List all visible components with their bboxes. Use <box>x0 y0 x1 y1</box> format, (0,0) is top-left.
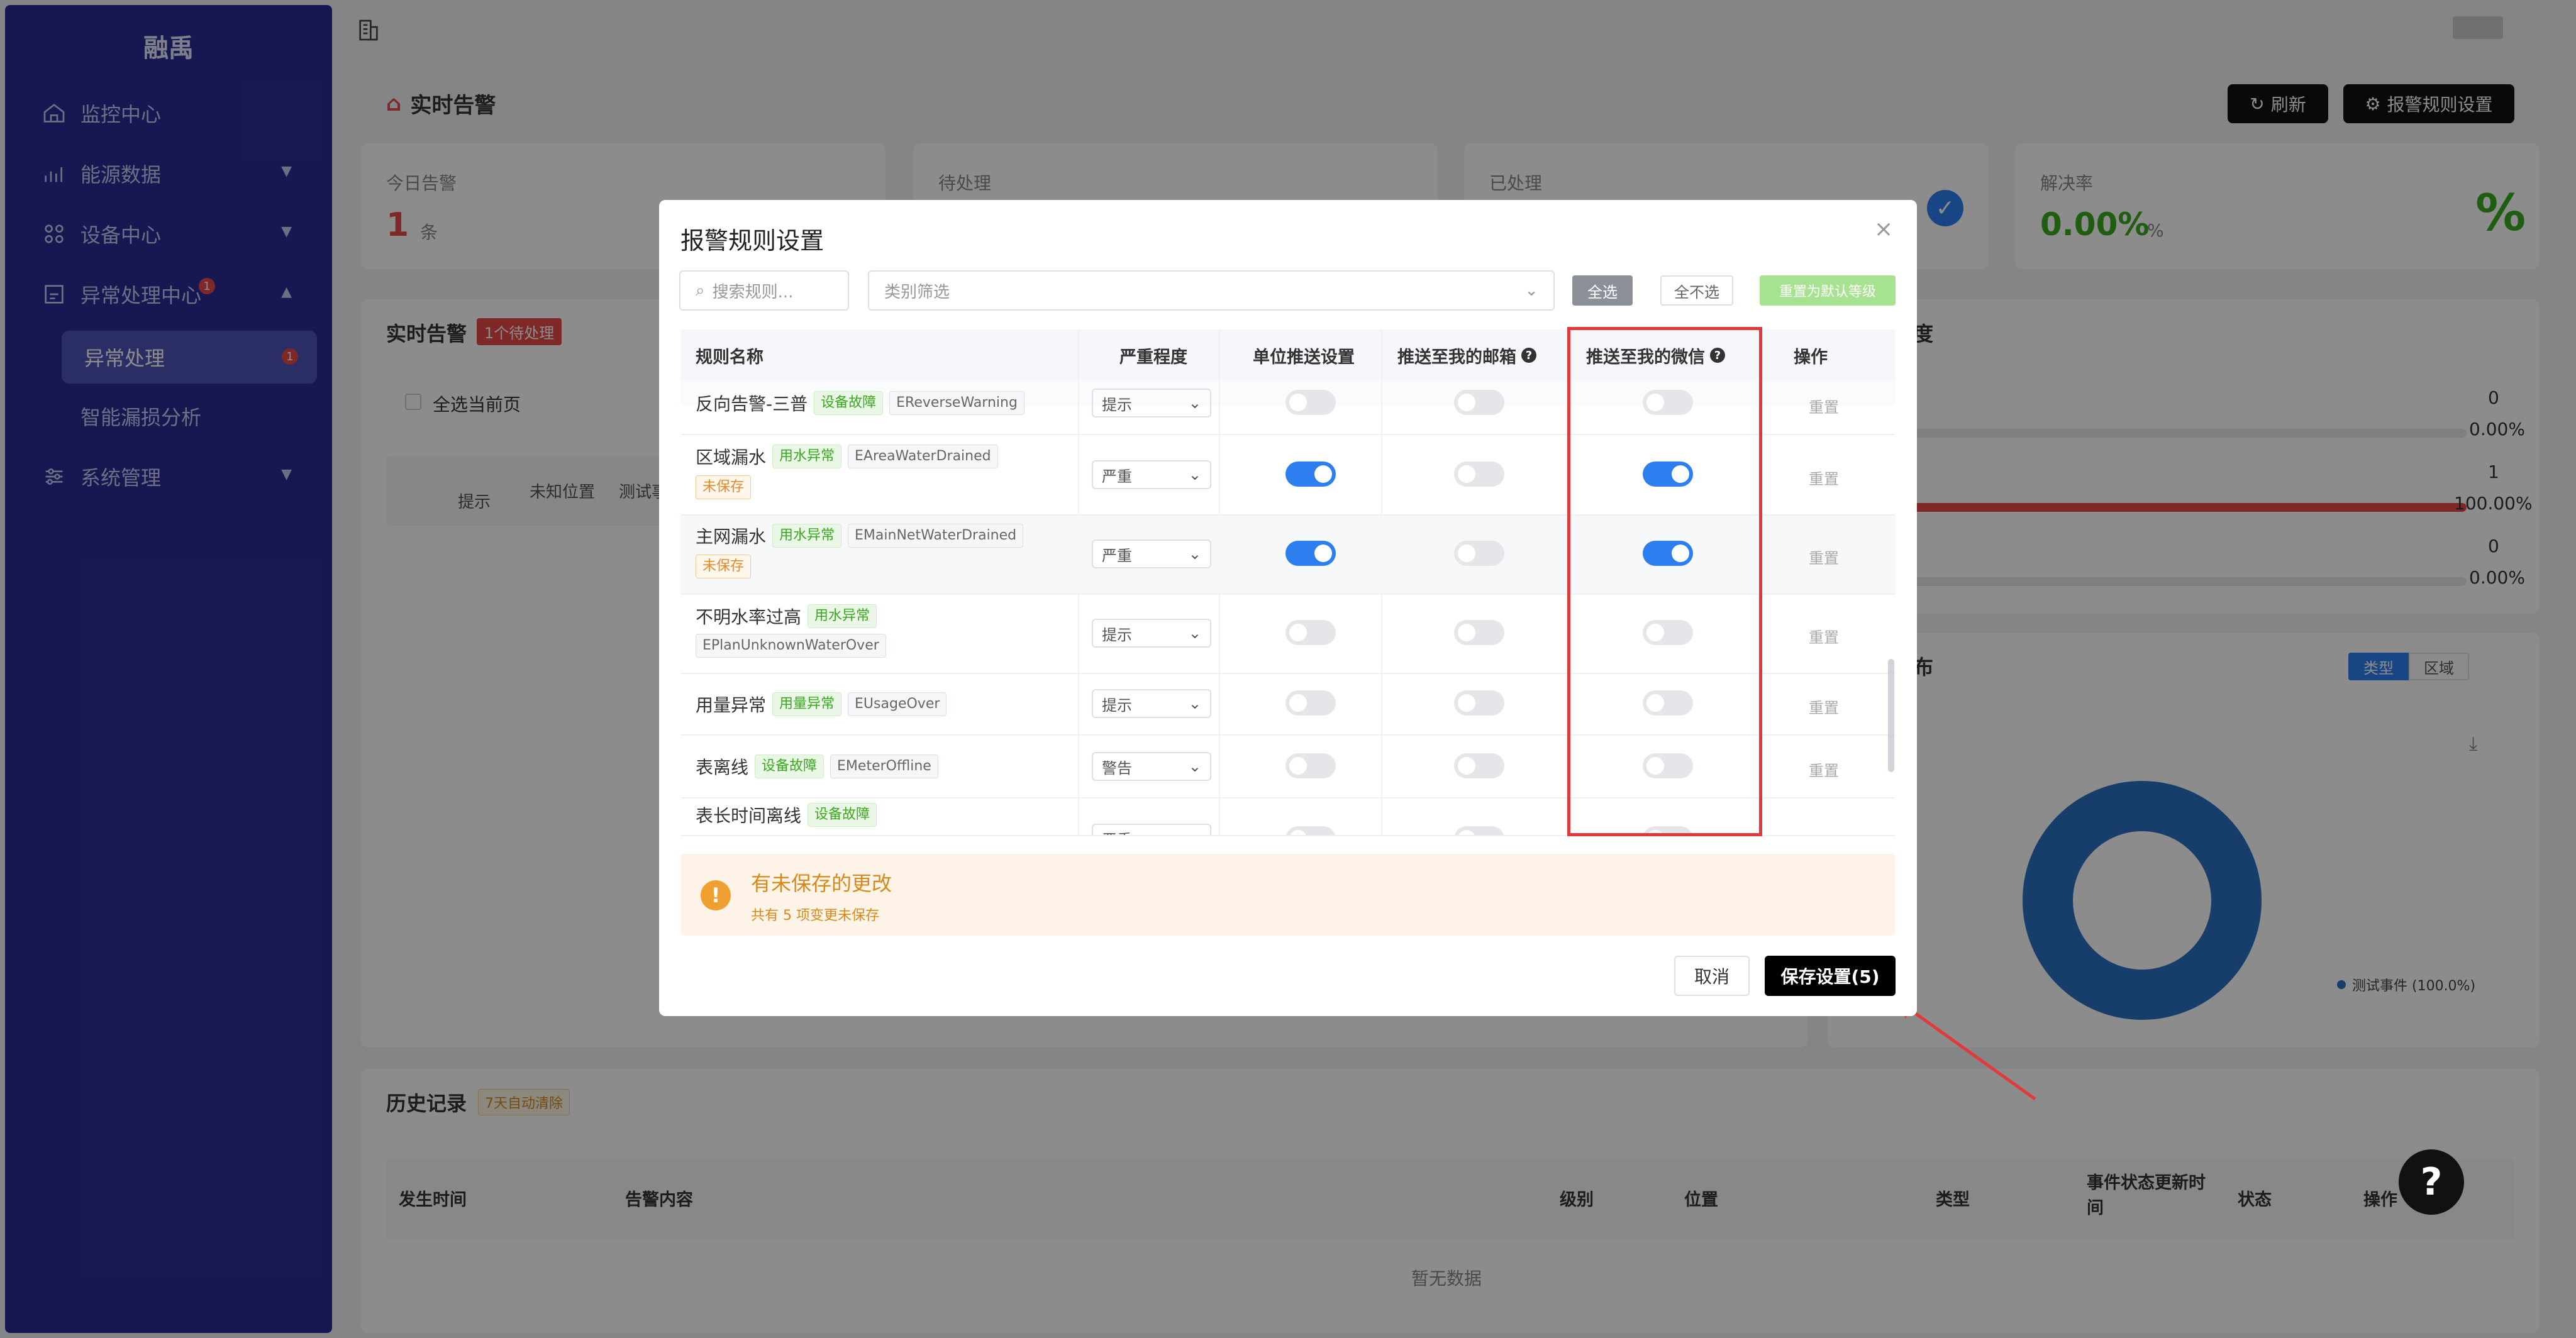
chevron-down-icon: ⌄ <box>1188 545 1201 563</box>
rule-code-tag: EUsageOver <box>848 692 947 716</box>
unsaved-tag-wrap: 未保存 <box>689 475 752 499</box>
select-all-button[interactable]: 全选 <box>1572 275 1633 306</box>
severity-select[interactable]: 提示 ⌄ <box>1092 619 1211 648</box>
rule-name: 区域漏水 <box>696 447 767 468</box>
rule-category-tag: 设备故障 <box>755 755 824 778</box>
unit-push-toggle[interactable] <box>1285 620 1336 645</box>
rule-name: 主网漏水 <box>696 526 767 547</box>
code-tag-wrap: EPlanUnknownWaterOver <box>689 634 886 658</box>
rule-search-input[interactable]: ⌕ 搜索规则... <box>679 270 849 311</box>
unit-push-toggle[interactable] <box>1285 541 1336 566</box>
alarm-rules-modal: 报警规则设置 × ⌕ 搜索规则... 类别筛选 ⌄ 全选 全不选 重置为默认等级… <box>659 200 1917 1016</box>
severity-select[interactable]: 提示 ⌄ <box>1092 689 1211 718</box>
rule-code-tag: EAreaWaterDrained <box>848 445 998 468</box>
unit-push-toggle[interactable] <box>1285 462 1336 487</box>
severity-value: 提示 <box>1102 626 1132 644</box>
rule-category-tag: 用水异常 <box>772 524 842 548</box>
email-push-toggle[interactable] <box>1454 620 1504 645</box>
rule-name-cell: 表长时间离线 设备故障 <box>696 802 877 827</box>
search-placeholder: 搜索规则... <box>712 282 794 302</box>
severity-value: 提示 <box>1102 696 1132 714</box>
chevron-down-icon: ⌄ <box>1188 758 1201 775</box>
rule-name-cell: 表离线 设备故障 EMeterOffline <box>696 736 938 797</box>
rule-name-cell: 区域漏水 用水异常 EAreaWaterDrained <box>696 444 998 469</box>
unsaved-tag: 未保存 <box>696 475 752 499</box>
modal-title: 报警规则设置 <box>680 227 824 255</box>
col-header: 操作 <box>1794 347 1828 367</box>
rule-name: 不明水率过高 <box>696 607 802 628</box>
rule-name-cell: 反向告警-三普 设备故障 EReverseWarning <box>696 381 1024 425</box>
warning-title: 有未保存的更改 <box>751 871 892 895</box>
highlight-box <box>1567 327 1762 836</box>
severity-value: 警告 <box>1102 759 1132 777</box>
col-label: 推送至我的邮箱 <box>1397 347 1516 367</box>
rule-category-tag: 设备故障 <box>814 391 884 415</box>
severity-select[interactable]: 严重 ⌄ <box>1092 539 1211 568</box>
severity-select[interactable]: 严重⌄ <box>1092 824 1211 836</box>
unit-push-toggle[interactable] <box>1285 690 1336 716</box>
rule-code-tag: EPlanUnknownWaterOver <box>696 634 886 658</box>
rule-name-cell: 用量异常 用量异常 EUsageOver <box>696 674 947 734</box>
rule-code-tag: EMainNetWaterDrained <box>848 524 1024 548</box>
unit-push-toggle[interactable] <box>1285 753 1336 778</box>
email-push-toggle[interactable] <box>1454 462 1504 487</box>
rule-category-tag: 用水异常 <box>808 604 877 628</box>
category-filter-select[interactable]: 类别筛选 ⌄ <box>868 270 1555 311</box>
col-header: 单位推送设置 <box>1253 347 1355 367</box>
rule-name: 表离线 <box>696 757 749 778</box>
email-push-toggle[interactable] <box>1454 753 1504 778</box>
unsaved-tag-wrap: 未保存 <box>689 555 752 578</box>
rule-code-tag: EReverseWarning <box>889 391 1024 415</box>
category-placeholder: 类别筛选 <box>884 282 950 302</box>
chevron-down-icon: ⌄ <box>1188 394 1201 412</box>
chevron-down-icon: ⌄ <box>1188 466 1201 484</box>
rule-name-cell: 主网漏水 用水异常 EMainNetWaterDrained <box>696 523 1024 548</box>
rule-name: 表长时间离线 <box>696 805 802 826</box>
search-icon: ⌕ <box>696 280 705 300</box>
rule-name: 反向告警-三普 <box>696 394 808 414</box>
reset-link[interactable]: 重置 <box>1809 546 1839 568</box>
table-scrollbar[interactable] <box>1888 659 1894 772</box>
rule-category-tag: 用水异常 <box>772 445 842 468</box>
rule-name: 用量异常 <box>696 695 767 716</box>
reset-link[interactable]: 重置 <box>1809 758 1839 780</box>
rule-code-tag: EMeterOffline <box>830 755 938 778</box>
unsaved-warning: ! 有未保存的更改 共有 5 项变更未保存 <box>680 854 1896 936</box>
reset-default-button[interactable]: 重置为默认等级 <box>1760 275 1896 306</box>
reset-link[interactable]: 重置 <box>1809 625 1839 647</box>
severity-select[interactable]: 提示 ⌄ <box>1092 389 1211 417</box>
rule-name-cell: 不明水率过高 用水异常 <box>696 604 877 629</box>
severity-value: 严重 <box>1102 467 1132 485</box>
email-push-toggle[interactable] <box>1454 541 1504 566</box>
warning-icon: ! <box>701 880 731 910</box>
unsaved-tag: 未保存 <box>696 555 752 578</box>
severity-value: 提示 <box>1102 395 1132 414</box>
unit-push-toggle[interactable] <box>1285 390 1336 415</box>
question-icon[interactable]: ? <box>1521 348 1536 363</box>
chevron-down-icon: ⌄ <box>1188 624 1201 642</box>
select-none-button[interactable]: 全不选 <box>1660 275 1733 306</box>
col-header-email: 推送至我的邮箱? <box>1397 329 1536 381</box>
reset-link[interactable]: 重置 <box>1809 695 1839 717</box>
close-icon[interactable]: × <box>1874 216 1893 242</box>
email-push-toggle[interactable] <box>1454 390 1504 415</box>
save-settings-button[interactable]: 保存设置(5) <box>1765 956 1896 996</box>
severity-select[interactable]: 警告 ⌄ <box>1092 752 1211 781</box>
cancel-button[interactable]: 取消 <box>1674 956 1750 996</box>
severity-value: 严重 <box>1102 546 1132 565</box>
email-push-toggle[interactable] <box>1454 690 1504 716</box>
reset-link[interactable]: 重置 <box>1809 395 1839 417</box>
chevron-down-icon: ⌄ <box>1188 695 1201 712</box>
chevron-down-icon: ⌄ <box>1524 281 1538 300</box>
reset-link[interactable]: 重置 <box>1809 467 1839 489</box>
col-header: 规则名称 <box>696 347 763 367</box>
rule-category-tag: 设备故障 <box>808 803 877 827</box>
col-header: 严重程度 <box>1119 347 1187 367</box>
rule-category-tag: 用量异常 <box>772 692 842 716</box>
severity-select[interactable]: 严重 ⌄ <box>1092 460 1211 489</box>
warning-subtitle: 共有 5 项变更未保存 <box>751 908 879 924</box>
